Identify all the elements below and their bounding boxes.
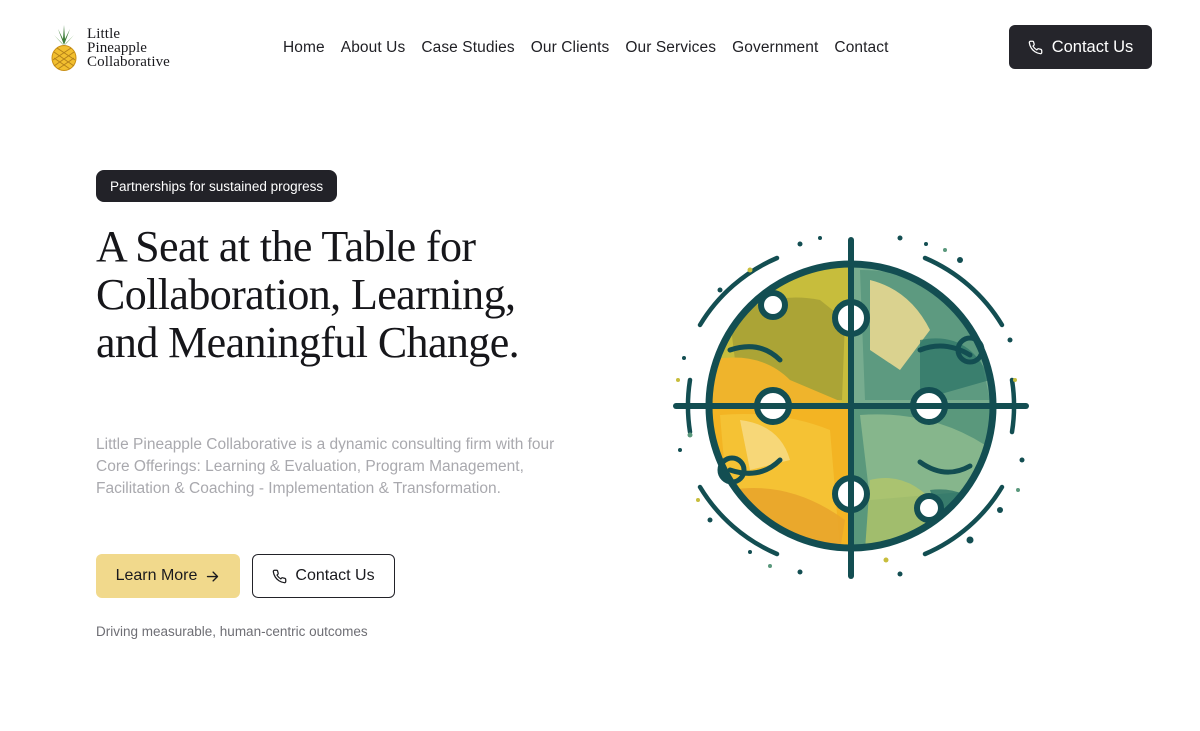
nav-item-about-us[interactable]: About Us — [341, 39, 406, 57]
nav-item-our-clients[interactable]: Our Clients — [531, 39, 610, 57]
site-header: Little Pineapple Collaborative Home Abou… — [0, 0, 1200, 94]
phone-icon — [1028, 40, 1043, 54]
pineapple-icon — [51, 25, 77, 71]
hero-contact-label: Contact Us — [295, 567, 375, 584]
hero-tagline: Driving measurable, human-centric outcom… — [96, 624, 368, 639]
hero-contact-button[interactable]: Contact Us — [252, 554, 395, 598]
brand-logo[interactable]: Little Pineapple Collaborative — [48, 24, 188, 72]
header-contact-label: Contact Us — [1051, 37, 1134, 56]
learn-more-label: Learn More — [115, 567, 198, 584]
main-nav: Home About Us Case Studies Our Clients O… — [275, 36, 897, 60]
puzzle-circle-illustration — [673, 235, 1029, 579]
brand-line-3: Collaborative — [87, 54, 170, 70]
hero-description: Little Pineapple Collaborative is a dyna… — [96, 436, 555, 497]
nav-item-home[interactable]: Home — [283, 39, 325, 57]
phone-icon — [273, 569, 287, 583]
brand-line-2: Pineapple — [87, 40, 148, 56]
learn-more-button[interactable]: Learn More — [96, 554, 240, 598]
nav-item-government[interactable]: Government — [732, 39, 818, 57]
brand-line-1: Little — [87, 26, 121, 42]
nav-item-contact[interactable]: Contact — [834, 39, 888, 57]
nav-item-case-studies[interactable]: Case Studies — [421, 39, 514, 57]
nav-item-our-services[interactable]: Our Services — [625, 39, 716, 57]
brand-name: Little Pineapple Collaborative — [87, 26, 170, 70]
arrow-right-icon — [207, 570, 219, 582]
hero-title: A Seat at the Table for Collaboration, L… — [96, 222, 520, 367]
header-contact-button[interactable]: Contact Us — [1009, 25, 1152, 69]
hero-badge: Partnerships for sustained progress — [96, 170, 338, 202]
